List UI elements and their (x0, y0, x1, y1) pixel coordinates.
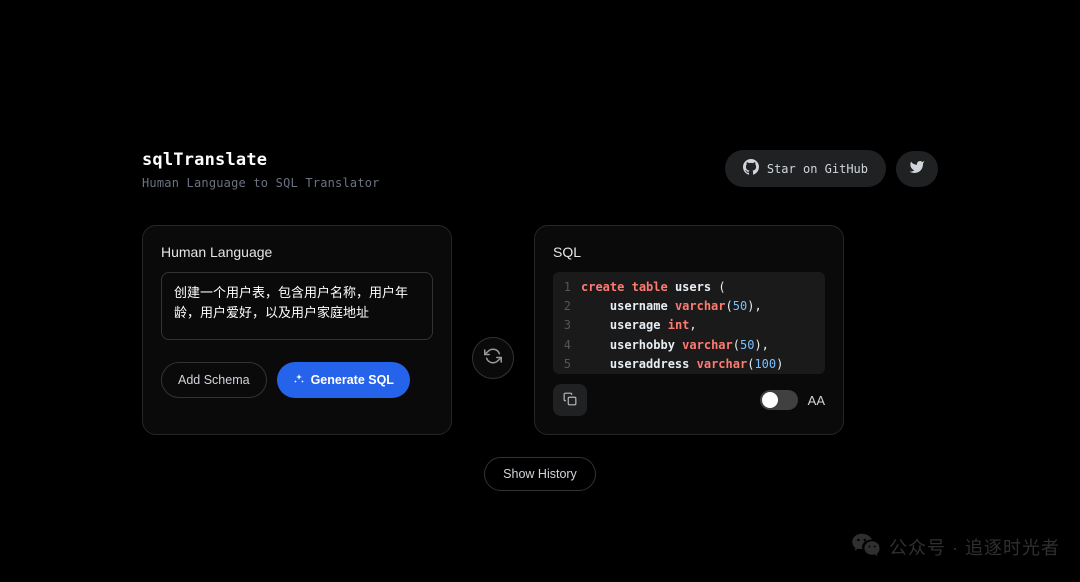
line-number: 4 (553, 336, 581, 355)
output-panel-title: SQL (553, 244, 825, 260)
line-number: 3 (553, 316, 581, 335)
wechat-icon (851, 530, 881, 564)
twitter-icon (909, 159, 925, 178)
swap-icon (484, 347, 502, 368)
sql-code-block: 1create table users (2 username varchar(… (553, 272, 825, 374)
copy-icon (563, 392, 577, 409)
case-toggle[interactable] (760, 390, 798, 410)
line-number: 5 (553, 355, 581, 374)
code-text: username varchar(50), (581, 297, 762, 316)
code-text: userage int, (581, 316, 697, 335)
code-text: create table users ( (581, 278, 726, 297)
generate-sql-button[interactable]: Generate SQL (277, 362, 410, 398)
github-icon (743, 159, 759, 178)
watermark: 公众号 · 追逐时光者 (851, 530, 1060, 564)
code-text: useraddress varchar(100) (581, 355, 783, 374)
code-line: 1create table users ( (553, 278, 825, 297)
app-subtitle: Human Language to SQL Translator (142, 176, 380, 190)
aa-label: AA (808, 393, 825, 408)
watermark-text: 公众号 · 追逐时光者 (889, 534, 1060, 560)
line-number: 2 (553, 297, 581, 316)
show-history-button[interactable]: Show History (484, 457, 596, 491)
code-line: 3 userage int, (553, 316, 825, 335)
input-panel: Human Language Add Schema Generate SQL (142, 225, 452, 435)
sparkle-icon (293, 373, 305, 388)
input-panel-title: Human Language (161, 244, 433, 260)
code-line: 4 userhobby varchar(50), (553, 336, 825, 355)
app-title: sqlTranslate (142, 150, 380, 170)
code-line: 2 username varchar(50), (553, 297, 825, 316)
code-text: userhobby varchar(50), (581, 336, 769, 355)
add-schema-button[interactable]: Add Schema (161, 362, 267, 398)
swap-button[interactable] (472, 337, 514, 379)
github-star-label: Star on GitHub (767, 162, 868, 176)
code-line: 5 useraddress varchar(100) (553, 355, 825, 374)
copy-button[interactable] (553, 384, 587, 416)
line-number: 1 (553, 278, 581, 297)
title-block: sqlTranslate Human Language to SQL Trans… (142, 150, 380, 190)
human-language-input[interactable] (161, 272, 433, 340)
generate-sql-label: Generate SQL (311, 373, 394, 387)
twitter-button[interactable] (896, 151, 938, 187)
output-panel: SQL 1create table users (2 username varc… (534, 225, 844, 435)
github-star-button[interactable]: Star on GitHub (725, 150, 886, 187)
